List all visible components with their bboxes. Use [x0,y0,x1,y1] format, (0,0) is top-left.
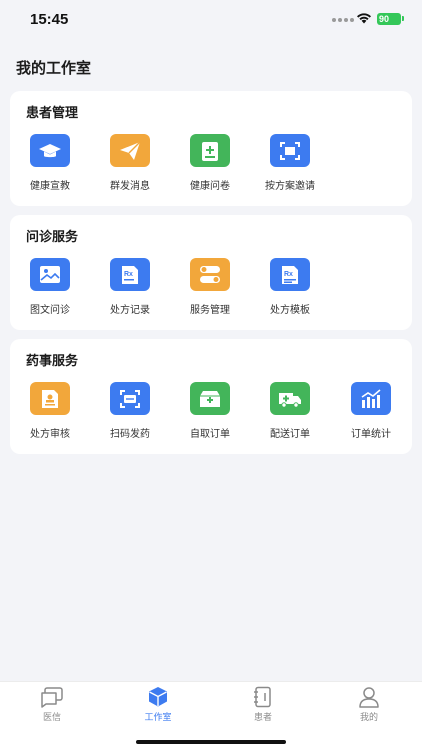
status-bar: 15:45 90 [0,0,422,40]
section-pharmacy-services: 药事服务 处方审核 扫码发药 自取订单 配送订单 订单统计 [10,339,412,454]
battery-level: 90 [377,13,401,25]
tile-label: 订单统计 [351,429,391,440]
tab-label: 工作室 [144,713,172,723]
image-text-consult-button[interactable]: 图文问诊 [10,258,90,318]
tile-label: 配送订单 [270,429,310,440]
section-title: 问诊服务 [26,230,79,245]
ambulance-truck-icon [270,382,310,415]
person-icon [359,687,379,708]
tile-label: 扫码发药 [110,429,150,440]
tile-label: 服务管理 [190,305,230,316]
home-indicator [136,740,286,744]
paper-plane-icon [110,134,150,167]
tab-patients[interactable]: 患者 [223,686,303,723]
svg-text:Rx: Rx [284,271,293,278]
section-title: 药事服务 [26,354,79,369]
prescription-template-button[interactable]: Rx 处方模板 [250,258,330,318]
address-book-icon [254,686,271,708]
image-chat-icon [30,258,70,291]
tab-messages[interactable]: 医信 [12,686,92,723]
tile-label: 自取订单 [190,429,230,440]
scan-frame-icon [270,134,310,167]
tile-label: 处方模板 [270,305,310,316]
tile-label: 健康问卷 [190,181,230,192]
tab-label: 患者 [253,713,272,723]
tile-label: 图文问诊 [30,305,70,316]
service-management-button[interactable]: 服务管理 [170,258,250,318]
toggle-icon [190,258,230,291]
signal-icon [332,18,354,22]
chat-bubbles-icon [41,687,63,708]
battery-tip [402,16,404,21]
tile-label: 健康宣教 [30,181,70,192]
bar-chart-icon [351,382,391,415]
health-questionnaire-button[interactable]: 健康问卷 [170,134,250,194]
graduation-cap-icon [30,134,70,167]
cube-icon [149,687,167,707]
section-consultation-services: 问诊服务 图文问诊 Rx 处方记录 服务管理 Rx 处方模板 [10,215,412,330]
scan-code-icon [110,382,150,415]
pickup-box-icon [190,382,230,415]
tab-label: 我的 [359,713,378,723]
svg-text:Rx: Rx [124,271,133,278]
tab-mine[interactable]: 我的 [329,686,409,723]
tab-label: 医信 [42,713,61,723]
rx-template-icon: Rx [270,258,310,291]
stamp-document-icon [30,382,70,415]
prescription-review-button[interactable]: 处方审核 [10,382,90,442]
tile-label: 处方审核 [30,429,70,440]
page-title: 我的工作室 [16,59,92,77]
health-education-button[interactable]: 健康宣教 [10,134,90,194]
plan-invite-button[interactable]: 按方案邀请 [250,134,330,194]
tile-label: 按方案邀请 [265,181,315,192]
rx-document-icon: Rx [110,258,150,291]
section-title: 患者管理 [26,106,79,121]
tile-label: 群发消息 [110,181,150,192]
wifi-icon [357,13,371,24]
tab-studio[interactable]: 工作室 [118,686,198,723]
tile-label: 处方记录 [110,305,150,316]
prescription-records-button[interactable]: Rx 处方记录 [90,258,170,318]
delivery-orders-button[interactable]: 配送订单 [250,382,330,442]
section-patient-management: 患者管理 健康宣教 群发消息 健康问卷 按方案邀请 [10,91,412,206]
pickup-orders-button[interactable]: 自取订单 [170,382,250,442]
scan-dispense-button[interactable]: 扫码发药 [90,382,170,442]
status-time: 15:45 [30,11,69,28]
group-message-button[interactable]: 群发消息 [90,134,170,194]
order-statistics-button[interactable]: 订单统计 [331,382,411,442]
clipboard-plus-icon [190,134,230,167]
